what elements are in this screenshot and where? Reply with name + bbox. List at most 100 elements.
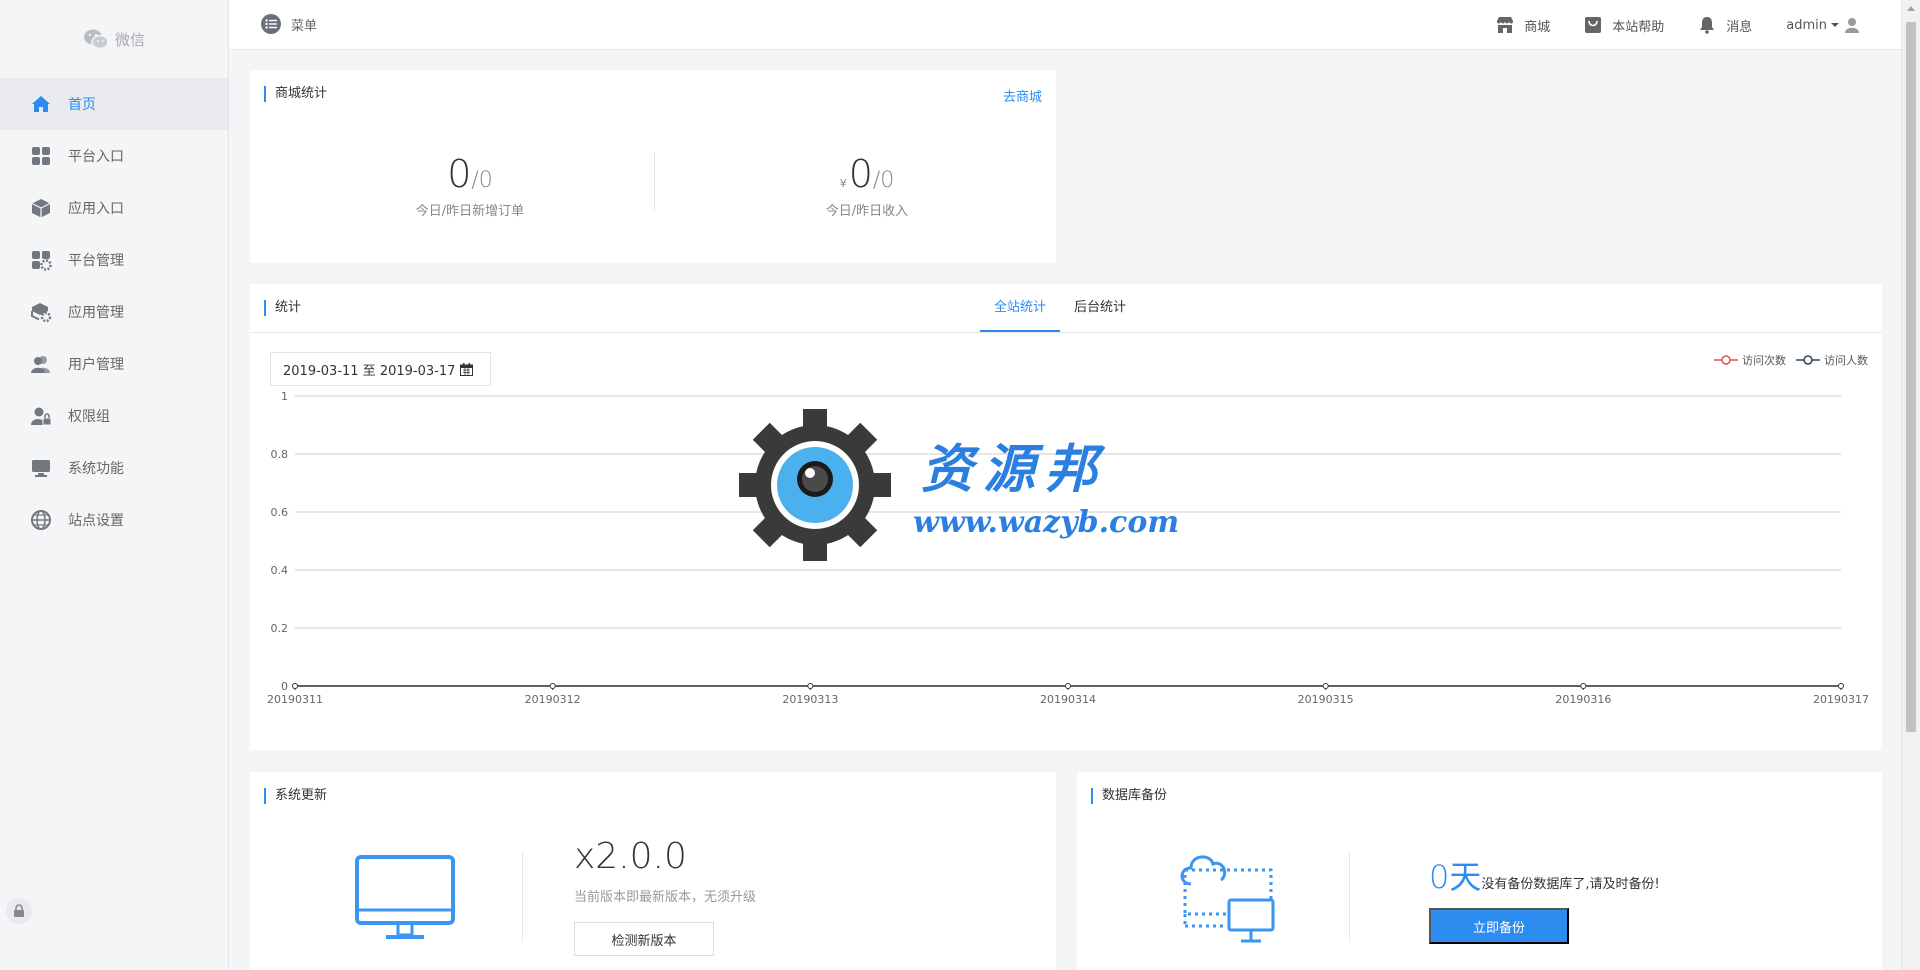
y-tick-label: 0.6 — [271, 506, 289, 519]
shop-link-label: 商城 — [1524, 19, 1551, 35]
sidebar-item-label: 权限组 — [68, 409, 110, 425]
box-gear-icon — [30, 301, 52, 323]
y-tick-label: 0.4 — [271, 564, 289, 577]
revenue-stat: ¥0/0 今日/昨日收入 — [717, 152, 1017, 219]
orders-today: 0 — [447, 152, 472, 196]
legend-item-visitors[interactable]: 访问人数 — [1796, 352, 1868, 368]
grid-gear-icon — [30, 249, 52, 271]
calendar-icon — [460, 362, 474, 376]
chart-legend: 访问次数 访问人数 — [1714, 352, 1868, 368]
sidebar-item-label: 首页 — [68, 97, 96, 113]
y-tick-label: 1 — [281, 390, 288, 403]
store-icon — [1497, 17, 1514, 33]
stats-title: 统计 — [264, 300, 301, 316]
messages-link[interactable]: 消息 — [1698, 16, 1752, 35]
orders-stat: 0/0 今日/昨日新增订单 — [320, 152, 620, 219]
x-tick-label: 20190317 — [1813, 693, 1869, 706]
brand[interactable]: 微信 — [0, 0, 228, 78]
topbar: 菜单 商城 本站帮助 消息 admin — [229, 0, 1901, 50]
x-tick-label: 20190315 — [1298, 693, 1354, 706]
help-link[interactable]: 本站帮助 — [1584, 16, 1664, 35]
backup-now-button[interactable]: 立即备份 — [1429, 908, 1569, 944]
y-tick-label: 0 — [281, 680, 288, 693]
sidebar-item-home[interactable]: 首页 — [0, 78, 228, 130]
data-point — [807, 683, 814, 689]
check-update-button[interactable]: 检测新版本 — [574, 922, 714, 956]
system-update-title: 系统更新 — [264, 788, 327, 804]
sidebar-item-user-manage[interactable]: 用户管理 — [0, 338, 228, 390]
topbar-actions: 商城 本站帮助 消息 admin — [1496, 0, 1861, 50]
orders-yesterday: /0 — [471, 168, 493, 193]
sidebar-item-label: 站点设置 — [68, 513, 124, 529]
backup-days: 0天 — [1429, 858, 1482, 896]
legend-item-visits[interactable]: 访问次数 — [1714, 352, 1786, 368]
update-divider — [522, 852, 523, 942]
x-tick-label: 20190312 — [525, 693, 581, 706]
sidebar-item-system-functions[interactable]: 系统功能 — [0, 442, 228, 494]
tab-admin-stats[interactable]: 后台统计 — [1060, 284, 1140, 332]
version-number: x2.0.0 — [574, 836, 687, 877]
data-point — [549, 683, 556, 689]
list-icon — [261, 14, 281, 34]
y-tick-label: 0.2 — [271, 622, 289, 635]
sidebar-item-site-settings[interactable]: 站点设置 — [0, 494, 228, 546]
sidebar-item-label: 应用入口 — [68, 201, 124, 217]
shop-link[interactable]: 商城 — [1496, 16, 1550, 35]
sidebar-item-platform-manage[interactable]: 平台管理 — [0, 234, 228, 286]
sidebar-item-label: 系统功能 — [68, 461, 124, 477]
bag-icon — [1585, 17, 1602, 33]
x-tick-label: 20190314 — [1040, 693, 1096, 706]
version-description: 当前版本即最新版本，无须升级 — [574, 890, 757, 905]
date-range-picker[interactable]: 2019-03-11 至 2019-03-17 — [270, 352, 491, 386]
system-update-card: 系统更新 x2.0.0 当前版本即最新版本，无须升级 检测新版本 — [250, 772, 1056, 970]
stats-tabs: 全站统计 后台统计 — [980, 284, 1140, 332]
sidebar-item-app-manage[interactable]: 应用管理 — [0, 286, 228, 338]
db-backup-card: 数据库备份 0天 没有备份数据库了,请及时备份! 立即备份 — [1077, 772, 1882, 970]
revenue-today: 0 — [848, 152, 873, 196]
messages-link-label: 消息 — [1726, 19, 1753, 35]
tab-site-stats[interactable]: 全站统计 — [980, 284, 1061, 332]
legend-marker-dark — [1796, 355, 1820, 365]
vertical-scrollbar[interactable] — [1901, 0, 1920, 970]
data-point — [292, 683, 298, 689]
shop-stats-title: 商城统计 — [264, 86, 327, 102]
bell-icon — [1700, 17, 1715, 34]
lock-screen-button[interactable] — [6, 898, 32, 924]
username: admin — [1786, 17, 1827, 33]
stats-card: 统计 全站统计 后台统计 2019-03-11 至 2019-03-17 访问次… — [250, 284, 1882, 750]
sidebar: 微信 首页 平台入口 应用入口 平台管理 应用管理 用户管理 权限组 系统功能 … — [0, 0, 229, 970]
data-point — [1838, 683, 1844, 689]
users-icon — [30, 353, 52, 375]
backup-message: 没有备份数据库了,请及时备份! — [1481, 877, 1660, 892]
go-shop-link[interactable]: 去商城 — [1003, 86, 1042, 105]
help-link-label: 本站帮助 — [1612, 19, 1665, 35]
caret-down-icon — [1831, 23, 1839, 27]
revenue-yesterday: /0 — [872, 168, 895, 193]
menu-toggle[interactable]: 菜单 — [261, 14, 317, 34]
legend-label: 访问次数 — [1742, 354, 1786, 367]
home-icon — [30, 93, 52, 115]
sidebar-item-label: 用户管理 — [68, 357, 124, 373]
sidebar-item-platform-entry[interactable]: 平台入口 — [0, 130, 228, 182]
data-point — [1322, 683, 1329, 689]
x-tick-label: 20190316 — [1555, 693, 1611, 706]
sidebar-item-permission-group[interactable]: 权限组 — [0, 390, 228, 442]
sidebar-item-app-entry[interactable]: 应用入口 — [0, 182, 228, 234]
user-menu[interactable]: admin — [1786, 16, 1861, 34]
monitor-illustration-icon — [355, 855, 455, 939]
x-tick-label: 20190313 — [782, 693, 838, 706]
user-avatar-icon — [1845, 18, 1859, 33]
y-tick-label: 0.8 — [271, 448, 289, 461]
legend-label: 访问人数 — [1824, 354, 1868, 367]
scrollbar-thumb[interactable] — [1906, 22, 1916, 732]
monitor-icon — [30, 457, 52, 479]
sidebar-nav: 首页 平台入口 应用入口 平台管理 应用管理 用户管理 权限组 系统功能 站点设… — [0, 78, 228, 546]
wechat-icon — [83, 29, 109, 50]
scroll-up-arrow[interactable] — [1907, 6, 1915, 11]
globe-icon — [30, 509, 52, 531]
data-point — [1580, 683, 1587, 689]
cloud-backup-icon — [1180, 855, 1275, 943]
currency-symbol: ¥ — [839, 177, 847, 190]
data-point — [1065, 683, 1071, 689]
box-icon — [30, 197, 52, 219]
